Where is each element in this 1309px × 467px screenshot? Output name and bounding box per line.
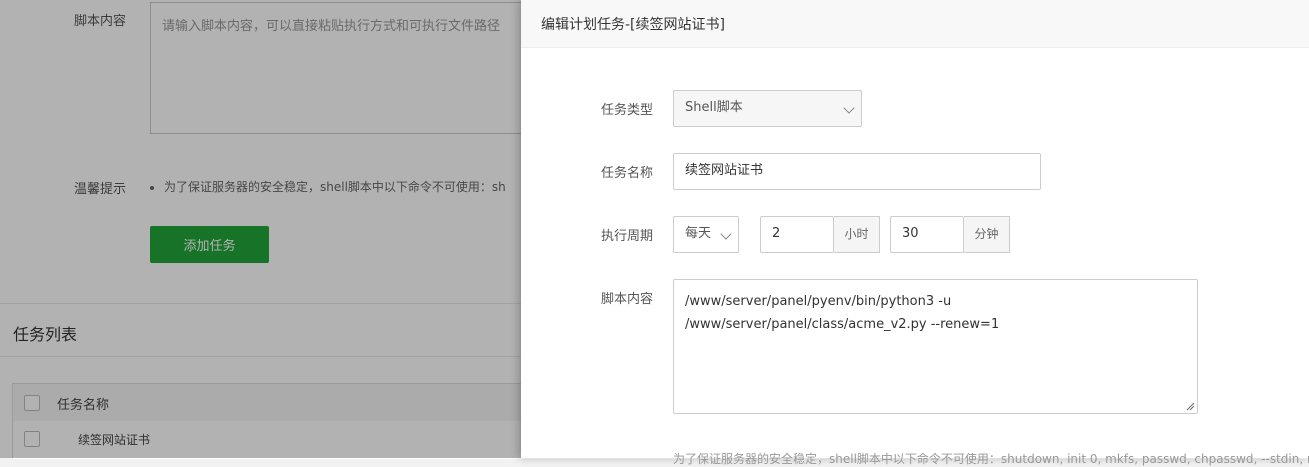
- resize-handle-icon[interactable]: [1185, 401, 1195, 411]
- chevron-down-icon: [720, 228, 732, 240]
- edit-task-dialog: 编辑计划任务-[续签网站证书] 任务类型 Shell脚本 任务名称 续签网站证书…: [521, 0, 1309, 466]
- task-name-label: 任务名称: [600, 166, 653, 181]
- dialog-title: 编辑计划任务-[续签网站证书]: [541, 17, 725, 33]
- script-line-2: /www/server/panel/class/acme_v2.py --ren…: [685, 317, 1000, 332]
- script-line-1: /www/server/panel/pyenv/bin/python3 -u: [685, 294, 952, 309]
- script-warning-text: 为了保证服务器的安全稳定，shell脚本中以下命令不可使用：shutdown, …: [673, 452, 1309, 466]
- period-label: 执行周期: [600, 229, 653, 244]
- task-type-label: 任务类型: [600, 103, 653, 118]
- period-select[interactable]: 每天: [673, 216, 739, 253]
- chevron-down-icon: [843, 102, 855, 114]
- task-type-select[interactable]: Shell脚本: [673, 90, 862, 127]
- hour-input[interactable]: 2: [760, 216, 834, 253]
- hour-unit: 小时: [834, 216, 880, 253]
- script-content-textarea[interactable]: /www/server/panel/pyenv/bin/python3 -u /…: [673, 279, 1198, 414]
- period-value: 每天: [685, 226, 712, 241]
- dialog-header: 编辑计划任务-[续签网站证书]: [521, 0, 1309, 48]
- task-name-input[interactable]: 续签网站证书: [673, 153, 1041, 190]
- script-content-label: 脚本内容: [600, 292, 653, 307]
- minute-unit: 分钟: [964, 216, 1010, 253]
- minute-input[interactable]: 30: [890, 216, 964, 253]
- task-type-value: Shell脚本: [685, 100, 743, 115]
